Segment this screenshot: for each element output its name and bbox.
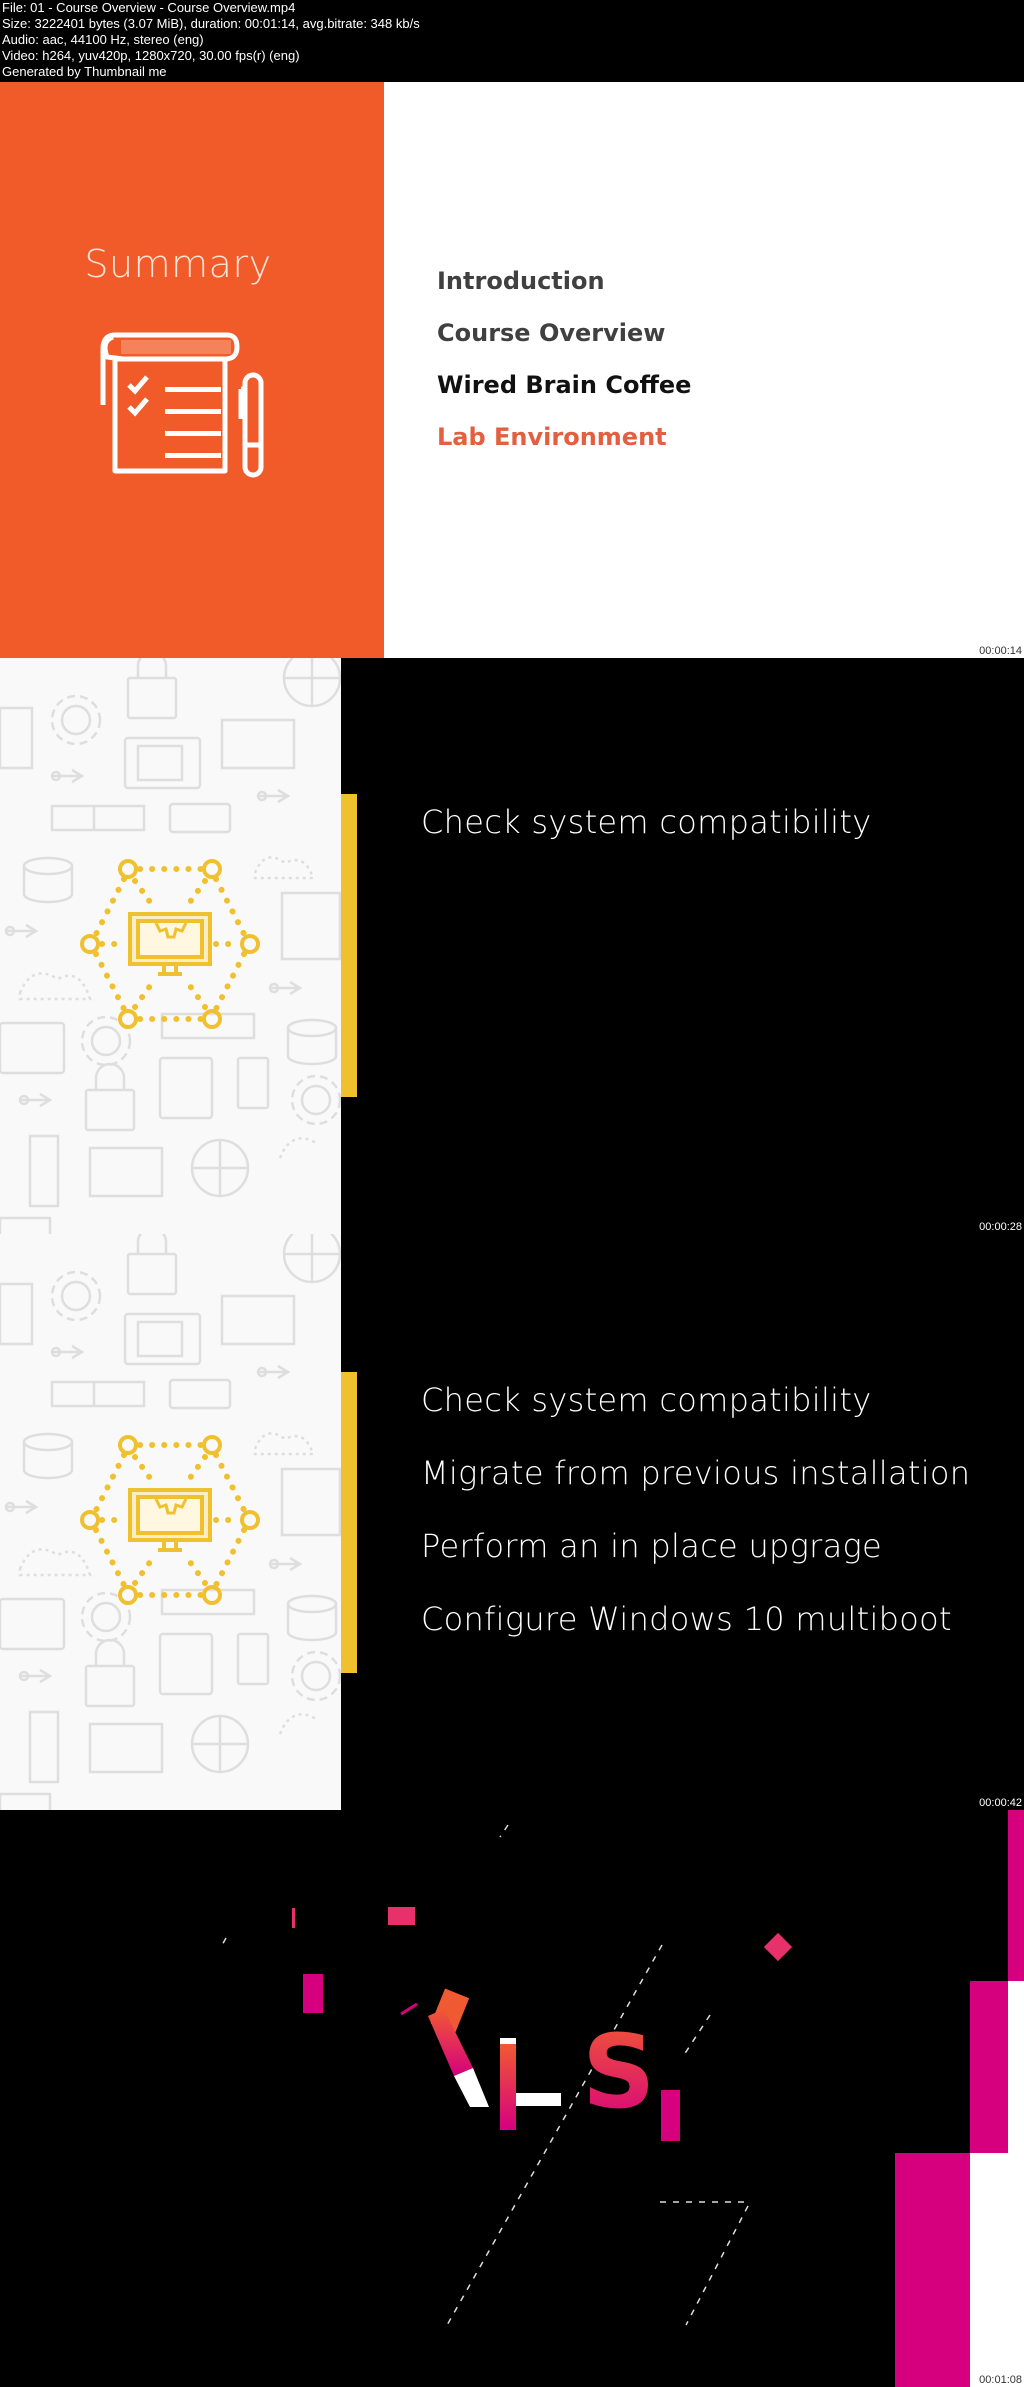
timestamp: 00:00:14: [979, 645, 1022, 657]
magenta-block: [1008, 1810, 1024, 1981]
logo-fragment: [303, 1974, 323, 2013]
logo-fragment: [292, 1908, 295, 1928]
logo-fragment: [661, 2090, 680, 2141]
accent-bar: [341, 794, 357, 1097]
generator-line: Generated by Thumbnail me: [2, 64, 167, 79]
bullet-list: Check system compatibility: [421, 802, 871, 875]
checklist-notepad-pen-icon: [100, 332, 264, 478]
bullet-check-system-compatibility: Check system compatibility: [421, 803, 872, 841]
white-block: [970, 2153, 1024, 2387]
pluralsight-animated-logo: S: [220, 1810, 1024, 2387]
logo-fragment: [388, 1907, 415, 1925]
bullet-migrate-previous-installation: Migrate from previous installation: [421, 1454, 971, 1492]
bullet-list: Check system compatibility Migrate from …: [421, 1380, 970, 1672]
size-line: Size: 3222401 bytes (3.07 MiB), duration…: [2, 16, 420, 31]
dashed-lines: [220, 1824, 750, 2328]
monitor-gear-network-icon: [80, 859, 260, 1033]
bullet-check-system-compatibility: Check system compatibility: [421, 1381, 872, 1419]
magenta-block: [895, 2153, 970, 2387]
audio-line: Audio: aac, 44100 Hz, stereo (eng): [2, 32, 204, 47]
timestamp: 00:00:42: [979, 1797, 1022, 1809]
thumbnail-frame-2: Check system compatibility 00:00:28: [0, 658, 1024, 1234]
white-block: [1008, 1981, 1024, 2153]
agenda-item-wired-brain-coffee: Wired Brain Coffee: [437, 371, 692, 399]
summary-panel: Summary: [0, 82, 384, 658]
thumbnail-frame-1: Summary Introduction Course Overview Wir…: [0, 82, 1024, 658]
monitor-gear-network-icon: [80, 1435, 260, 1609]
bullet-configure-multiboot: Configure Windows 10 multiboot: [421, 1600, 952, 1638]
logo-fragment: [400, 2002, 418, 2016]
timestamp: 00:01:08: [979, 2374, 1022, 2386]
file-line: File: 01 - Course Overview - Course Over…: [2, 0, 296, 15]
summary-title: Summary: [84, 242, 272, 286]
video-info-header: File: 01 - Course Overview - Course Over…: [0, 0, 1024, 82]
magenta-block: [970, 1981, 1008, 2153]
bullet-in-place-upgrade: Perform an in place upgrage: [421, 1527, 883, 1565]
video-line: Video: h264, yuv420p, 1280x720, 30.00 fp…: [2, 48, 300, 63]
agenda-item-lab-environment: Lab Environment: [437, 423, 667, 451]
agenda-item-course-overview: Course Overview: [437, 319, 666, 347]
thumbnail-frame-4: S 00:01:08: [0, 1810, 1024, 2387]
logo-letter-s: S: [582, 2013, 655, 2132]
agenda-list: Introduction Course Overview Wired Brain…: [437, 267, 691, 475]
thumbnail-frame-3: Check system compatibility Migrate from …: [0, 1234, 1024, 1810]
logo-fragment: [763, 1932, 793, 1962]
agenda-item-introduction: Introduction: [437, 267, 605, 295]
accent-bar: [341, 1372, 357, 1673]
timestamp: 00:00:28: [979, 1221, 1022, 1233]
